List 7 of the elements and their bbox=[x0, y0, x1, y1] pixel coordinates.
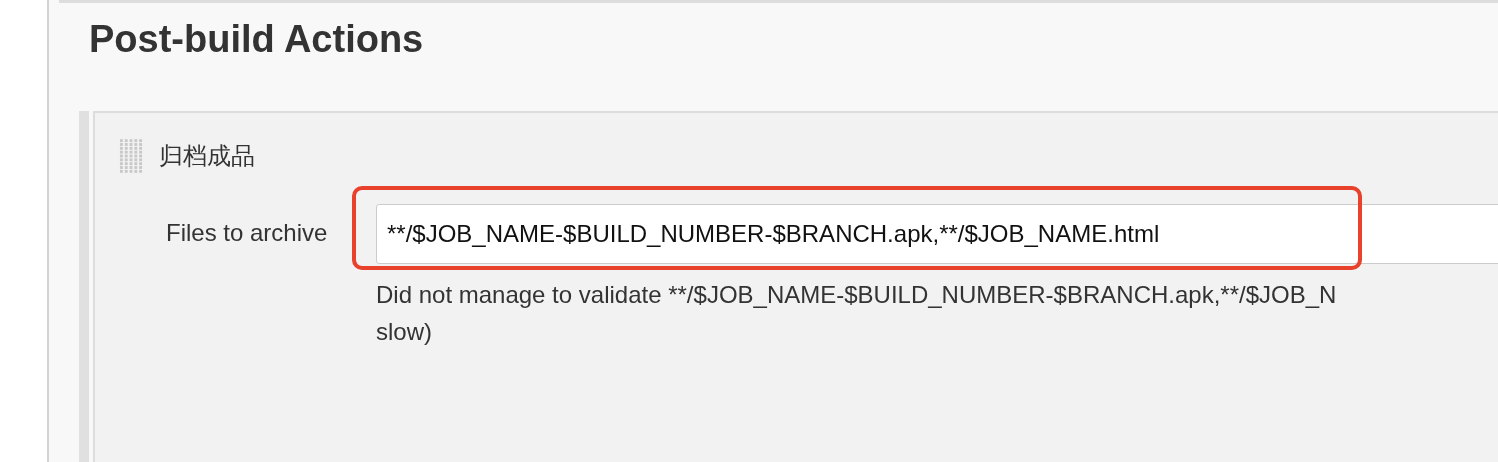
drag-handle-icon[interactable] bbox=[119, 138, 143, 174]
validation-message: slow) bbox=[376, 317, 432, 347]
section-heading: Post-build Actions bbox=[89, 17, 424, 61]
input-field[interactable]: **/$JOB_NAME-$BUILD_NUMBER-$BRANCH.apk,**/$JOB_NAME.html bbox=[376, 204, 1498, 264]
validation-message: Did not manage to validate **/$JOB_NAME-$BUILD_NUMBER-$BRANCH.apk,**/$JOB_N bbox=[376, 280, 1337, 310]
step-title: 归档成品 bbox=[159, 141, 255, 171]
field-label: Files to archive bbox=[165, 218, 329, 247]
